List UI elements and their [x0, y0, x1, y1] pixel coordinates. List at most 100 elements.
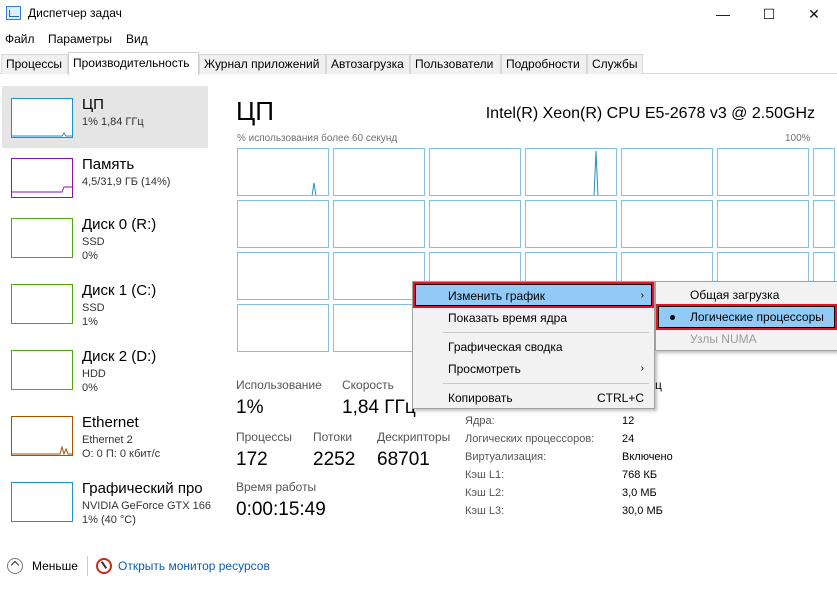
sidebar-item-detail: 0% [82, 250, 98, 262]
sidebar-item-label: Графический про [82, 480, 203, 497]
graph-max-label: 100% [785, 133, 811, 144]
speed-value: 1,84 ГГц [342, 397, 416, 418]
title-bar: Диспетчер задач — ☐ ✕ [0, 0, 837, 28]
threads-value: 2252 [313, 449, 356, 470]
menu-item-show-kernel-times[interactable]: Показать время ядра [415, 307, 652, 329]
cpu-graph [813, 200, 835, 248]
tab-startup[interactable]: Автозагрузка [326, 54, 410, 74]
sidebar-item-ethernet[interactable]: Ethernet Ethernet 2 О: 0 П: 0 кбит/с [2, 404, 208, 466]
menu-separator [443, 332, 649, 333]
partial-header: ц [655, 378, 662, 392]
memory-thumbnail [11, 158, 73, 198]
cpu-thumbnail-graph [12, 132, 72, 137]
sidebar-item-detail: SSD [82, 236, 105, 248]
cpu-thumbnail [11, 98, 73, 138]
maximize-button[interactable]: ☐ [746, 0, 792, 28]
open-resource-monitor-link[interactable]: Открыть монитор ресурсов [118, 559, 270, 573]
cpu-graph [429, 148, 521, 196]
fewer-details-button[interactable]: Меньше [32, 559, 78, 573]
l1-cache-label: Кэш L1: [465, 469, 505, 481]
disk-thumbnail [11, 284, 73, 324]
minimize-button[interactable]: — [700, 0, 746, 28]
copy-shortcut: CTRL+C [597, 391, 645, 405]
memory-thumbnail-graph [12, 186, 72, 193]
sidebar-item-disk-1[interactable]: Диск 1 (C:) SSD 1% [2, 272, 208, 334]
menu-item-label: Узлы NUMA [690, 332, 757, 346]
sidebar-item-detail: NVIDIA GeForce GTX 166 [82, 500, 211, 512]
sidebar-item-label: Ethernet [82, 414, 139, 431]
cpu-graph [237, 304, 329, 352]
graph-label: % использования более 60 секунд [237, 133, 398, 144]
cpu-graph [333, 148, 425, 196]
sidebar-item-label: ЦП [82, 96, 104, 113]
tab-services[interactable]: Службы [587, 54, 643, 74]
menu-item-overall-utilization[interactable]: Общая загрузка [658, 284, 835, 306]
menu-item-view[interactable]: Просмотреть › [415, 358, 652, 380]
menu-bar: Файл Параметры Вид [0, 29, 837, 49]
sidebar-item-detail: О: 0 П: 0 кбит/с [82, 448, 161, 460]
uptime-label: Время работы [236, 480, 317, 494]
sidebar-item-cpu[interactable]: ЦП 1% 1,84 ГГц [2, 86, 208, 148]
usage-label: Использование [236, 378, 322, 392]
task-manager-icon [6, 6, 21, 20]
tab-app-history[interactable]: Журнал приложений [199, 54, 326, 74]
cpu-graph [621, 148, 713, 196]
uptime-value: 0:00:15:49 [236, 499, 326, 520]
l3-cache-label: Кэш L3: [465, 505, 505, 517]
l1-cache-value: 768 КБ [622, 469, 658, 481]
gpu-thumbnail [11, 482, 73, 522]
menu-item-summary-view[interactable]: Графическая сводка [415, 336, 652, 358]
menu-file[interactable]: Файл [5, 32, 35, 46]
cores-label: Ядра: [465, 415, 495, 427]
logical-processors-value: 24 [622, 433, 635, 445]
highlight-logical-processors [656, 304, 837, 330]
menu-item-label: Общая загрузка [690, 288, 780, 302]
cpu-graph [525, 200, 617, 248]
tab-performance[interactable]: Производительность [68, 52, 199, 75]
processes-value: 172 [236, 449, 268, 470]
menu-view[interactable]: Вид [126, 32, 148, 46]
logical-processors-label: Логических процессоров: [465, 433, 595, 445]
device-sidebar: ЦП 1% 1,84 ГГц Память 4,5/31,9 ГБ (14%) … [0, 82, 211, 546]
ethernet-thumbnail [11, 416, 73, 456]
footer: Меньше Открыть монитор ресурсов [0, 546, 837, 590]
threads-label: Потоки [313, 430, 353, 444]
sidebar-item-label: Память [82, 156, 135, 173]
sidebar-item-detail: 1% 1,84 ГГц [82, 116, 144, 128]
tab-users[interactable]: Пользователи [410, 54, 501, 74]
cpu-graph [333, 200, 425, 248]
menu-item-copy[interactable]: Копировать CTRL+C [415, 387, 652, 409]
close-button[interactable]: ✕ [791, 0, 837, 28]
highlight-change-graph [413, 282, 654, 308]
sidebar-item-detail: 4,5/31,9 ГБ (14%) [82, 176, 171, 188]
cpu-graph [525, 148, 617, 196]
handles-label: Дескрипторы [377, 430, 451, 444]
virtualization-value: Включено [622, 451, 673, 463]
sidebar-item-label: Диск 0 (R:) [82, 216, 157, 233]
menu-item-label: Показать время ядра [448, 311, 567, 325]
sidebar-item-gpu[interactable]: Графический про NVIDIA GeForce GTX 166 1… [2, 470, 211, 532]
menu-item-label: Просмотреть [448, 362, 521, 376]
cores-value: 12 [622, 415, 635, 427]
tab-details[interactable]: Подробности [501, 54, 587, 74]
menu-item-label: Графическая сводка [448, 340, 563, 354]
sidebar-item-disk-0[interactable]: Диск 0 (R:) SSD 0% [2, 206, 208, 268]
tab-processes[interactable]: Процессы [1, 54, 68, 74]
sidebar-item-detail: 1% (40 °C) [82, 514, 136, 526]
l3-cache-value: 30,0 МБ [622, 505, 663, 517]
resource-monitor-icon[interactable] [96, 558, 112, 574]
sidebar-item-detail: HDD [82, 368, 106, 380]
sidebar-item-memory[interactable]: Память 4,5/31,9 ГБ (14%) [2, 146, 208, 208]
sidebar-item-detail: 1% [82, 316, 98, 328]
tab-bar: Процессы Производительность Журнал прило… [0, 52, 837, 75]
menu-options[interactable]: Параметры [48, 32, 112, 46]
handles-value: 68701 [377, 449, 430, 470]
cpu-graph [237, 200, 329, 248]
sidebar-item-detail: 0% [82, 382, 98, 394]
chevron-up-icon[interactable] [7, 558, 23, 574]
menu-item-label: Копировать [448, 391, 513, 405]
cpu-graph [813, 148, 835, 196]
sidebar-item-disk-2[interactable]: Диск 2 (D:) HDD 0% [2, 338, 208, 400]
l2-cache-label: Кэш L2: [465, 487, 505, 499]
sidebar-item-label: Диск 1 (C:) [82, 282, 157, 299]
